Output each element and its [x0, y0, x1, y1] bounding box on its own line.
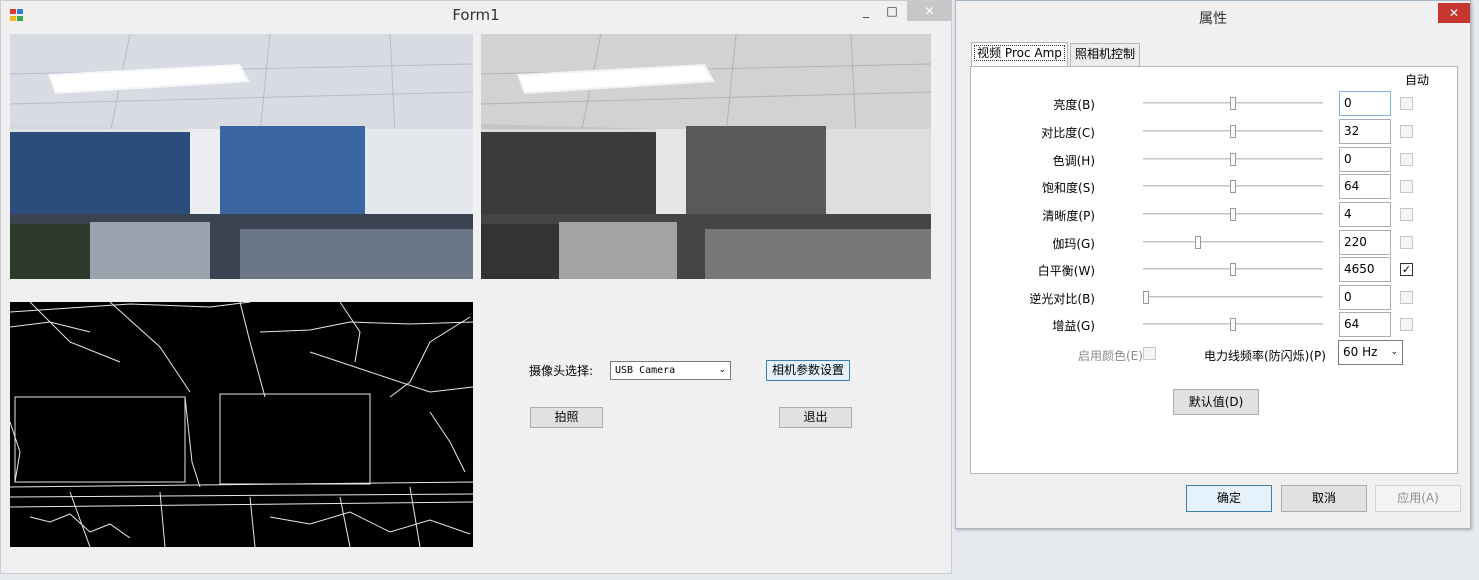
- powerline-frequency-dropdown[interactable]: 60 Hz ⌄: [1338, 340, 1403, 365]
- dialog-close-icon[interactable]: ✕: [1438, 3, 1470, 23]
- form1-window: Form1 _ □ ✕ 摄像头选择: USB Camera ⌄ 相机参数设置 拍…: [0, 0, 952, 574]
- camera-edge-image: [10, 302, 473, 547]
- property-value-field[interactable]: 4: [1339, 202, 1391, 227]
- property-value-field[interactable]: 4650: [1339, 257, 1391, 282]
- property-label: 亮度(B): [1053, 98, 1095, 112]
- property-slider-track[interactable]: [1143, 241, 1323, 244]
- form1-titlebar[interactable]: Form1 _ □ ✕: [1, 1, 952, 30]
- property-slider-thumb[interactable]: [1230, 153, 1236, 166]
- property-value-field[interactable]: 220: [1339, 230, 1391, 255]
- camera-settings-button[interactable]: 相机参数设置: [766, 360, 850, 381]
- property-value-field[interactable]: 0: [1339, 91, 1391, 116]
- powerline-frequency-label: 电力线频率(防闪烁)(P): [1204, 349, 1326, 363]
- tab-panel: 自动 亮度(B) 0 对比度(C) 32 色调(H) 0 饱和度(S) 64 清…: [970, 66, 1458, 474]
- property-row-gain: 增益(G) 64: [971, 312, 1459, 338]
- property-row-brightness: 亮度(B) 0: [971, 91, 1459, 117]
- property-row-contrast: 对比度(C) 32: [971, 119, 1459, 145]
- property-auto-checkbox[interactable]: [1400, 208, 1413, 221]
- property-auto-checkbox[interactable]: [1400, 97, 1413, 110]
- property-slider-track[interactable]: [1143, 296, 1323, 299]
- property-label: 增益(G): [1052, 319, 1095, 333]
- property-slider-thumb[interactable]: [1230, 263, 1236, 276]
- default-button[interactable]: 默认值(D): [1173, 389, 1259, 415]
- enable-color-label: 启用颜色(E): [1078, 349, 1143, 363]
- property-label: 伽玛(G): [1052, 237, 1095, 251]
- capture-button[interactable]: 拍照: [530, 407, 603, 428]
- property-value-field[interactable]: 32: [1339, 119, 1391, 144]
- camera-select-dropdown[interactable]: USB Camera ⌄: [610, 361, 731, 380]
- property-auto-checkbox[interactable]: [1400, 180, 1413, 193]
- property-slider-thumb[interactable]: [1230, 208, 1236, 221]
- camera-gray-image: [481, 34, 931, 279]
- property-slider-thumb[interactable]: [1230, 97, 1236, 110]
- camera-select-value: USB Camera: [615, 365, 676, 376]
- property-auto-checkbox[interactable]: [1400, 318, 1413, 331]
- close-icon[interactable]: ✕: [907, 1, 952, 21]
- form1-title: Form1: [452, 6, 500, 24]
- property-value-field[interactable]: 0: [1339, 147, 1391, 172]
- property-label: 清晰度(P): [1042, 209, 1095, 223]
- property-slider-thumb[interactable]: [1230, 180, 1236, 193]
- camera-select-label: 摄像头选择:: [529, 364, 594, 378]
- property-auto-checkbox[interactable]: [1400, 125, 1413, 138]
- property-slider-thumb[interactable]: [1195, 236, 1202, 249]
- property-auto-checkbox[interactable]: [1400, 236, 1413, 249]
- dialog-titlebar[interactable]: 属性 ✕: [956, 1, 1470, 31]
- enable-color-checkbox[interactable]: [1143, 347, 1156, 360]
- camera-color-image: [10, 34, 473, 279]
- ok-button[interactable]: 确定: [1186, 485, 1272, 512]
- chevron-down-icon: ⌄: [1390, 347, 1398, 357]
- cancel-button[interactable]: 取消: [1281, 485, 1367, 512]
- property-row-saturation: 饱和度(S) 64: [971, 174, 1459, 200]
- property-row-backlight-compensation: 逆光对比(B) 0: [971, 285, 1459, 311]
- tab-camera-control[interactable]: 照相机控制: [1070, 43, 1140, 66]
- maximize-icon[interactable]: □: [879, 1, 905, 21]
- property-label: 饱和度(S): [1042, 181, 1095, 195]
- property-label: 白平衡(W): [1037, 264, 1095, 278]
- property-auto-checkbox[interactable]: ✓: [1400, 263, 1413, 276]
- apply-button[interactable]: 应用(A): [1375, 485, 1461, 512]
- powerline-frequency-value: 60 Hz: [1343, 345, 1378, 359]
- property-value-field[interactable]: 64: [1339, 174, 1391, 199]
- property-value-field[interactable]: 0: [1339, 285, 1391, 310]
- property-label: 对比度(C): [1041, 126, 1095, 140]
- minimize-icon[interactable]: _: [855, 1, 877, 21]
- property-row-white-balance: 白平衡(W) 4650 ✓: [971, 257, 1459, 283]
- property-slider-thumb[interactable]: [1143, 291, 1149, 304]
- property-slider-thumb[interactable]: [1230, 318, 1236, 331]
- property-label: 逆光对比(B): [1029, 292, 1095, 306]
- auto-column-header: 自动: [1405, 73, 1430, 87]
- property-auto-checkbox[interactable]: [1400, 153, 1413, 166]
- chevron-down-icon: ⌄: [718, 365, 726, 375]
- property-auto-checkbox[interactable]: [1400, 291, 1413, 304]
- dialog-title: 属性: [1199, 11, 1227, 27]
- property-label: 色调(H): [1052, 154, 1095, 168]
- exit-button[interactable]: 退出: [779, 407, 852, 428]
- property-row-sharpness: 清晰度(P) 4: [971, 202, 1459, 228]
- tab-video-proc-amp[interactable]: 视频 Proc Amp: [971, 42, 1068, 67]
- property-row-gamma: 伽玛(G) 220: [971, 230, 1459, 256]
- property-slider-thumb[interactable]: [1230, 125, 1236, 138]
- properties-dialog: 属性 ✕ 视频 Proc Amp 照相机控制 自动 亮度(B) 0 对比度(C)…: [955, 0, 1471, 529]
- property-value-field[interactable]: 64: [1339, 312, 1391, 337]
- property-row-hue: 色调(H) 0: [971, 147, 1459, 173]
